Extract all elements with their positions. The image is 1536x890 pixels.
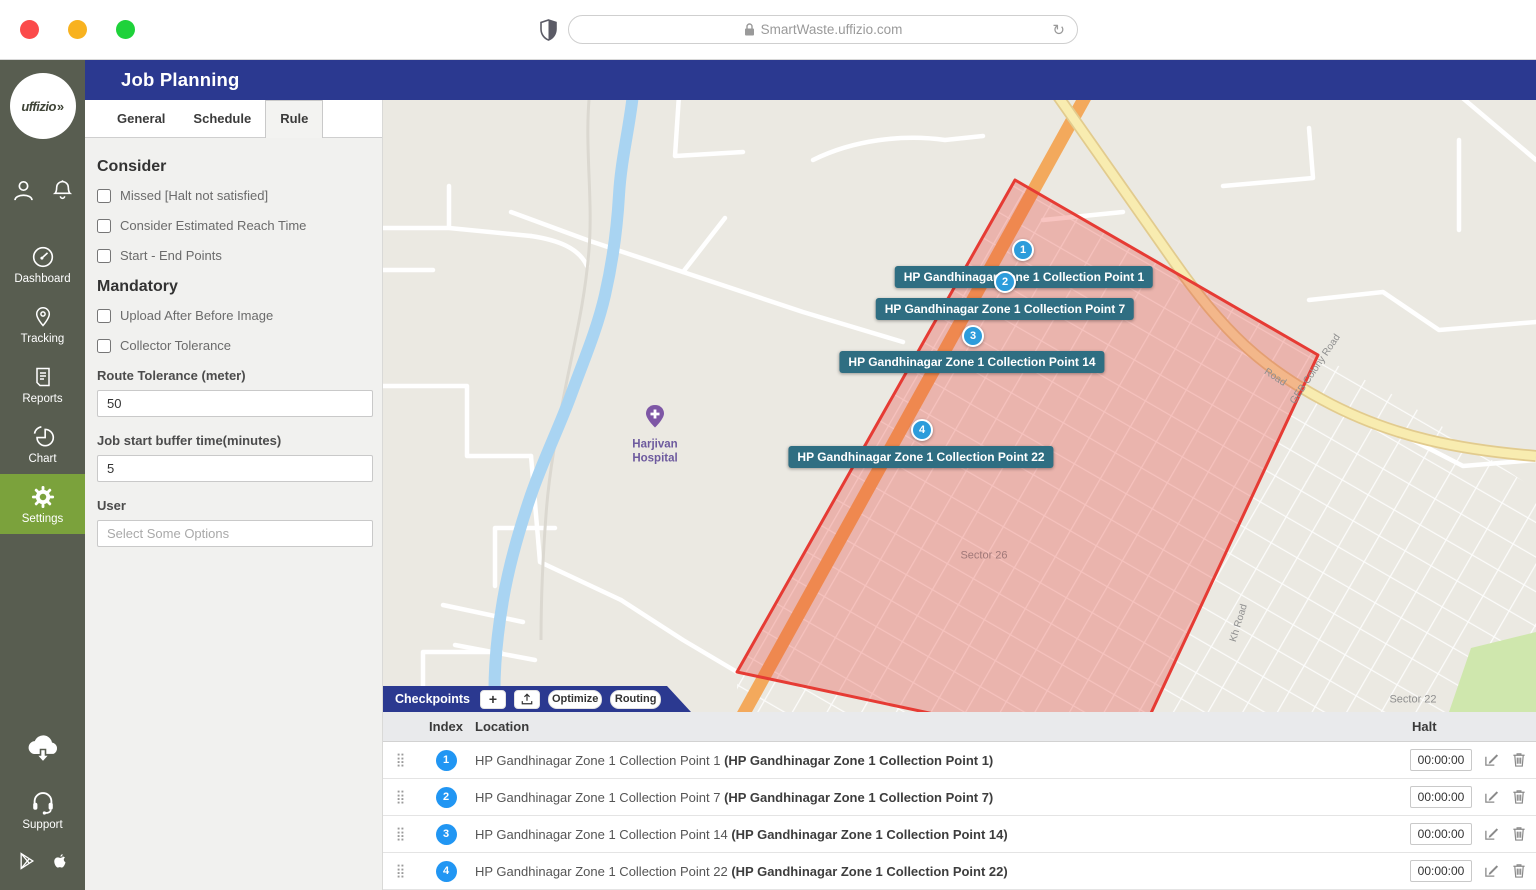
checkpoints-toolbar: Checkpoints + Optimize Routing bbox=[383, 686, 691, 712]
halt-time-input[interactable] bbox=[1410, 860, 1472, 882]
table-header: Index Location Halt bbox=[383, 712, 1536, 742]
page-title: Job Planning bbox=[121, 69, 240, 91]
app-header: Job Planning bbox=[85, 60, 1536, 100]
sidebar-item-settings[interactable]: Settings bbox=[0, 474, 85, 534]
header-index: Index bbox=[417, 719, 475, 734]
table-row: ⣿ 1 HP Gandhinagar Zone 1 Collection Poi… bbox=[383, 742, 1536, 779]
missed-halt-checkbox[interactable] bbox=[97, 189, 111, 203]
map-basemap bbox=[383, 100, 1536, 712]
optimize-button[interactable]: Optimize bbox=[548, 690, 602, 709]
maximize-window-button[interactable] bbox=[116, 20, 135, 39]
sidebar-item-support[interactable]: Support bbox=[0, 788, 85, 840]
start-end-points-checkbox[interactable] bbox=[97, 249, 111, 263]
sidebar-item-reports[interactable]: Reports bbox=[0, 354, 85, 414]
delete-icon[interactable] bbox=[1512, 789, 1528, 805]
routing-button[interactable]: Routing bbox=[610, 690, 661, 709]
close-window-button[interactable] bbox=[20, 20, 39, 39]
map[interactable]: Road GEB Colony Road Kh Road Sector 26 S… bbox=[383, 100, 1536, 712]
header-location: Location bbox=[475, 719, 1386, 734]
drag-handle-icon[interactable]: ⣿ bbox=[383, 863, 417, 879]
lock-icon bbox=[744, 23, 755, 36]
upload-after-before-checkbox[interactable] bbox=[97, 309, 111, 323]
map-marker-label-1: HP Gandhinagar Zone 1 Collection Point 1 bbox=[895, 266, 1153, 288]
map-marker-label-4: HP Gandhinagar Zone 1 Collection Point 2… bbox=[788, 446, 1053, 468]
option-collector-tolerance: Collector Tolerance bbox=[97, 338, 370, 353]
row-location: HP Gandhinagar Zone 1 Collection Point 1… bbox=[475, 753, 1386, 768]
tracking-protection-shield-icon[interactable] bbox=[540, 19, 557, 41]
delete-icon[interactable] bbox=[1512, 863, 1528, 879]
tab-general[interactable]: General bbox=[103, 101, 179, 137]
delete-icon[interactable] bbox=[1512, 826, 1528, 842]
tab-rule[interactable]: Rule bbox=[265, 100, 323, 138]
tab-bar: General Schedule Rule bbox=[85, 100, 382, 138]
halt-time-input[interactable] bbox=[1410, 823, 1472, 845]
option-upload-after-before: Upload After Before Image bbox=[97, 308, 370, 323]
row-index-badge: 2 bbox=[436, 787, 457, 808]
url-text: SmartWaste.uffizio.com bbox=[761, 22, 903, 37]
consider-heading: Consider bbox=[97, 158, 370, 176]
halt-time-input[interactable] bbox=[1410, 749, 1472, 771]
collector-tolerance-checkbox[interactable] bbox=[97, 339, 111, 353]
sidebar-item-dashboard[interactable]: Dashboard bbox=[0, 234, 85, 294]
option-estimated-reach-time: Consider Estimated Reach Time bbox=[97, 218, 370, 233]
user-label: User bbox=[97, 498, 370, 513]
halt-time-input[interactable] bbox=[1410, 786, 1472, 808]
map-marker-4[interactable]: 4 bbox=[911, 419, 933, 441]
checkpoints-title: Checkpoints bbox=[395, 692, 470, 706]
minimize-window-button[interactable] bbox=[68, 20, 87, 39]
edit-icon[interactable] bbox=[1484, 826, 1500, 842]
map-marker-2[interactable]: 2 bbox=[994, 271, 1016, 293]
delete-icon[interactable] bbox=[1512, 752, 1528, 768]
row-location: HP Gandhinagar Zone 1 Collection Point 1… bbox=[475, 827, 1386, 842]
job-buffer-label: Job start buffer time(minutes) bbox=[97, 433, 370, 448]
sidebar: uffizio Dashboard Tracking Reports Chart bbox=[0, 60, 85, 890]
drag-handle-icon[interactable]: ⣿ bbox=[383, 752, 417, 768]
job-buffer-input[interactable] bbox=[97, 455, 373, 482]
tab-schedule[interactable]: Schedule bbox=[179, 101, 265, 137]
job-planning-panel: General Schedule Rule Consider Missed [H… bbox=[85, 100, 383, 890]
row-index-badge: 4 bbox=[436, 861, 457, 882]
upload-checkpoints-button[interactable] bbox=[514, 690, 540, 709]
reload-icon[interactable]: ↻ bbox=[1052, 21, 1065, 39]
upload-icon bbox=[521, 693, 533, 705]
table-row: ⣿ 4 HP Gandhinagar Zone 1 Collection Poi… bbox=[383, 853, 1536, 890]
table-row: ⣿ 3 HP Gandhinagar Zone 1 Collection Poi… bbox=[383, 816, 1536, 853]
edit-icon[interactable] bbox=[1484, 789, 1500, 805]
notification-bell-icon[interactable] bbox=[50, 177, 75, 204]
apple-icon[interactable] bbox=[49, 850, 69, 872]
route-tolerance-label: Route Tolerance (meter) bbox=[97, 368, 370, 383]
table-row: ⣿ 2 HP Gandhinagar Zone 1 Collection Poi… bbox=[383, 779, 1536, 816]
drag-handle-icon[interactable]: ⣿ bbox=[383, 789, 417, 805]
map-marker-1[interactable]: 1 bbox=[1012, 239, 1034, 261]
header-halt: Halt bbox=[1386, 719, 1536, 734]
user-account-icon[interactable] bbox=[10, 177, 37, 204]
hospital-pin-icon bbox=[643, 404, 667, 434]
edit-icon[interactable] bbox=[1484, 863, 1500, 879]
add-checkpoint-button[interactable]: + bbox=[480, 690, 506, 709]
browser-chrome: SmartWaste.uffizio.com ↻ bbox=[0, 0, 1536, 60]
checkpoints-table: Index Location Halt ⣿ 1 HP Gandhinagar Z… bbox=[383, 712, 1536, 890]
row-index-badge: 1 bbox=[436, 750, 457, 771]
row-location: HP Gandhinagar Zone 1 Collection Point 7… bbox=[475, 790, 1386, 805]
option-start-end-points: Start - End Points bbox=[97, 248, 370, 263]
cloud-download-icon[interactable] bbox=[23, 732, 63, 766]
sidebar-item-chart[interactable]: Chart bbox=[0, 414, 85, 474]
option-missed-halt: Missed [Halt not satisfied] bbox=[97, 188, 370, 203]
uffizio-logo: uffizio bbox=[10, 73, 76, 139]
user-select[interactable] bbox=[97, 520, 373, 547]
sidebar-item-tracking[interactable]: Tracking bbox=[0, 294, 85, 354]
google-play-icon[interactable] bbox=[17, 850, 37, 872]
edit-icon[interactable] bbox=[1484, 752, 1500, 768]
estimated-reach-time-checkbox[interactable] bbox=[97, 219, 111, 233]
map-marker-label-2: HP Gandhinagar Zone 1 Collection Point 7 bbox=[876, 298, 1134, 320]
row-index-badge: 3 bbox=[436, 824, 457, 845]
route-tolerance-input[interactable] bbox=[97, 390, 373, 417]
row-location: HP Gandhinagar Zone 1 Collection Point 2… bbox=[475, 864, 1386, 879]
drag-handle-icon[interactable]: ⣿ bbox=[383, 826, 417, 842]
address-bar[interactable]: SmartWaste.uffizio.com ↻ bbox=[568, 15, 1078, 44]
map-marker-3[interactable]: 3 bbox=[962, 325, 984, 347]
mandatory-heading: Mandatory bbox=[97, 278, 370, 296]
map-marker-label-3: HP Gandhinagar Zone 1 Collection Point 1… bbox=[839, 351, 1104, 373]
